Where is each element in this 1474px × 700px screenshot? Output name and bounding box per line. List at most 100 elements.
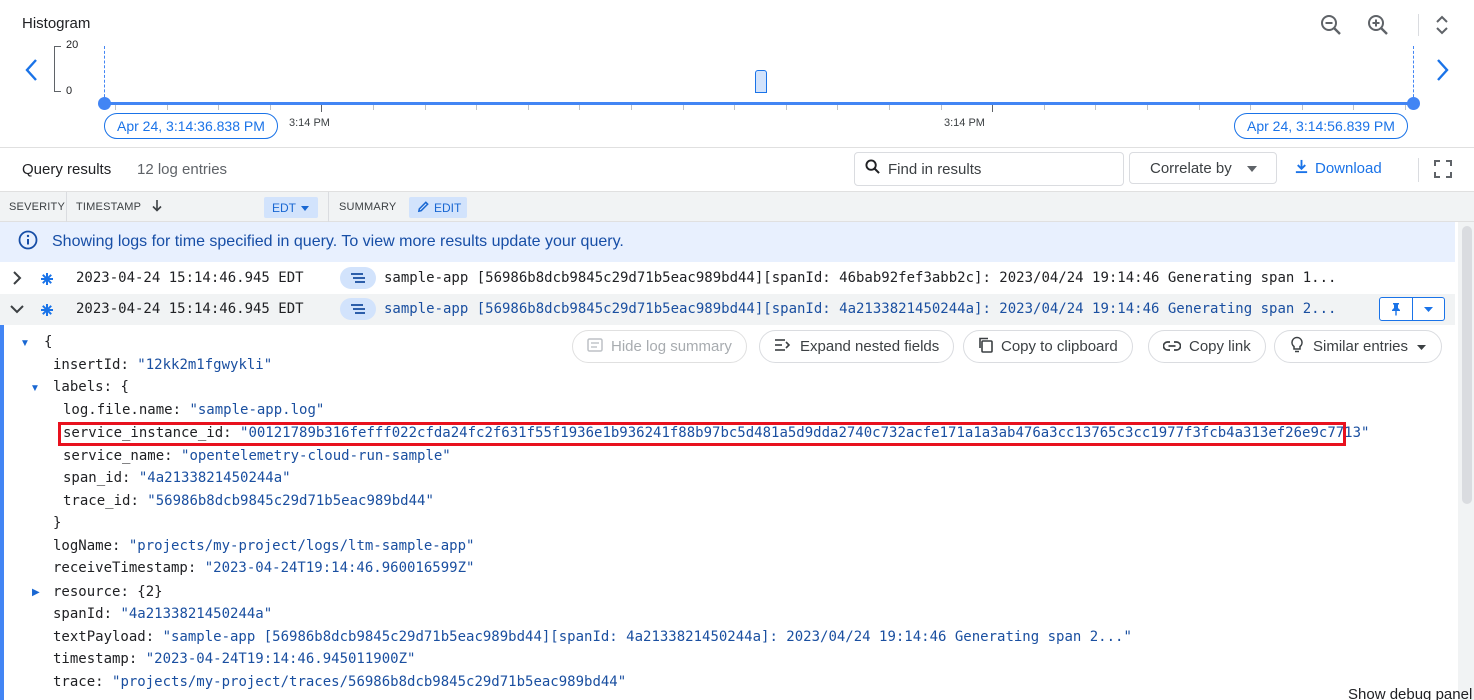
info-banner: Showing logs for time specified in query… bbox=[0, 222, 1455, 262]
toolbar-divider bbox=[1418, 14, 1419, 36]
log-entry-count: 12 log entries bbox=[137, 161, 228, 178]
collapse-triangle-icon[interactable]: ▼ bbox=[20, 338, 30, 349]
y-axis-max-label: 20 bbox=[66, 39, 79, 51]
arrow-down-icon bbox=[151, 199, 163, 215]
json-field-timestamp: timestamp: "2023-04-24T19:14:46.94501190… bbox=[53, 651, 416, 667]
caret-down-icon[interactable] bbox=[1412, 298, 1444, 320]
row-timestamp: 2023-04-24 15:14:46.945 EDT bbox=[76, 270, 304, 286]
pin-icon[interactable] bbox=[1380, 298, 1412, 320]
timeline-tick bbox=[786, 105, 787, 110]
timeline-tick bbox=[1044, 105, 1045, 110]
edit-summary-chip[interactable]: EDIT bbox=[409, 197, 467, 218]
timeline-axis bbox=[104, 102, 1414, 105]
timeline-tick bbox=[1353, 105, 1354, 110]
timeline-tick bbox=[218, 105, 219, 110]
scrollbar-thumb[interactable] bbox=[1462, 226, 1472, 504]
timeline-tick bbox=[270, 105, 271, 110]
tick-label: 3:14 PM bbox=[289, 117, 330, 129]
chevron-right-icon[interactable] bbox=[1432, 57, 1452, 88]
show-debug-panel-link[interactable]: Show debug panel bbox=[1348, 686, 1472, 700]
chevron-down-icon[interactable] bbox=[8, 300, 26, 321]
json-field-logName: logName: "projects/my-project/logs/ltm-s… bbox=[53, 538, 475, 554]
end-time-chip[interactable]: Apr 24, 3:14:56.839 PM bbox=[1234, 113, 1408, 139]
caret-down-icon bbox=[300, 201, 310, 215]
results-toolbar: Query results 12 log entries Correlate b… bbox=[0, 148, 1474, 192]
json-labels-close-brace: } bbox=[53, 515, 62, 531]
toolbar-divider bbox=[1418, 158, 1419, 182]
summary-icon bbox=[587, 337, 603, 356]
find-in-results[interactable] bbox=[854, 152, 1124, 186]
find-input[interactable] bbox=[888, 160, 1108, 178]
caret-down-icon bbox=[1416, 338, 1427, 355]
histogram-panel: Histogram 20 0 3:14 PM 3:14 PM Apr 24, 3… bbox=[0, 0, 1474, 148]
histogram-title: Histogram bbox=[22, 15, 91, 32]
expand-nested-label: Expand nested fields bbox=[800, 338, 940, 355]
similar-entries-button[interactable]: Similar entries bbox=[1274, 330, 1443, 363]
lightbulb-icon bbox=[1289, 336, 1305, 357]
start-time-chip[interactable]: Apr 24, 3:14:36.838 PM bbox=[104, 113, 278, 139]
json-field-insertId: insertId: "12kk2m1fgwykli" bbox=[53, 357, 273, 373]
json-field-receiveTimestamp: receiveTimestamp: "2023-04-24T19:14:46.9… bbox=[53, 560, 475, 576]
expand-nested-fields-button[interactable]: Expand nested fields bbox=[759, 330, 955, 363]
pencil-icon bbox=[417, 200, 430, 216]
timezone-chip[interactable]: EDT bbox=[264, 197, 318, 218]
collapse-triangle-icon[interactable]: ▼ bbox=[30, 383, 40, 394]
link-icon bbox=[1162, 338, 1182, 355]
summary-lines-icon bbox=[340, 298, 376, 320]
query-results-title: Query results bbox=[22, 161, 112, 178]
collapse-expand-icon[interactable] bbox=[1432, 12, 1452, 38]
timeline-tick bbox=[683, 105, 684, 110]
caret-down-icon bbox=[1246, 160, 1258, 177]
timeline-tick bbox=[167, 105, 168, 110]
severity-default-icon bbox=[38, 270, 55, 287]
timeline-tick bbox=[1405, 105, 1406, 110]
timeline-tick bbox=[1199, 105, 1200, 110]
expand-lines-icon bbox=[774, 338, 792, 356]
copy-to-clipboard-button[interactable]: Copy to clipboard bbox=[963, 330, 1133, 363]
download-button[interactable]: Download bbox=[1294, 159, 1382, 178]
json-open-brace: { bbox=[44, 334, 53, 350]
timeline-tick bbox=[1250, 105, 1251, 110]
timeline-tick bbox=[373, 105, 374, 110]
range-start-handle[interactable] bbox=[98, 97, 111, 110]
tick-label: 3:14 PM bbox=[944, 117, 985, 129]
correlate-by-dropdown[interactable]: Correlate by bbox=[1129, 152, 1277, 184]
range-start-line bbox=[104, 46, 105, 102]
hide-log-summary-button[interactable]: Hide log summary bbox=[572, 330, 747, 363]
copy-clipboard-label: Copy to clipboard bbox=[1001, 338, 1118, 355]
timeline-tick bbox=[476, 105, 477, 110]
column-header: SEVERITY TIMESTAMP EDT SUMMARY EDIT bbox=[0, 192, 1474, 222]
row-summary: sample-app [56986b8dcb9845c29d71b5eac989… bbox=[384, 301, 1337, 317]
timeline-tick bbox=[992, 105, 993, 112]
json-field-span-id: span_id: "4a2133821450244a" bbox=[63, 470, 291, 486]
chevron-right-icon[interactable] bbox=[8, 269, 26, 290]
log-row-expanded[interactable]: 2023-04-24 15:14:46.945 EDT sample-app [… bbox=[0, 294, 1455, 325]
fullscreen-icon[interactable] bbox=[1432, 158, 1454, 180]
range-end-handle[interactable] bbox=[1407, 97, 1420, 110]
timeline-tick bbox=[1302, 105, 1303, 110]
timeline-tick bbox=[631, 105, 632, 110]
row-actions bbox=[1379, 297, 1445, 321]
json-field-log-file-name: log.file.name: "sample-app.log" bbox=[63, 402, 325, 418]
timeline-tick bbox=[321, 105, 322, 112]
copy-link-label: Copy link bbox=[1189, 338, 1251, 355]
copy-icon bbox=[978, 337, 993, 357]
json-field-trace-id: trace_id: "56986b8dcb9845c29d71b5eac989b… bbox=[63, 493, 434, 509]
json-field-spanId: spanId: "4a2133821450244a" bbox=[53, 606, 273, 622]
chevron-left-icon[interactable] bbox=[22, 57, 42, 88]
expand-triangle-icon[interactable]: ▶ bbox=[32, 587, 40, 598]
row-timestamp: 2023-04-24 15:14:46.945 EDT bbox=[76, 301, 304, 317]
severity-column-header[interactable]: SEVERITY bbox=[9, 192, 65, 222]
column-divider bbox=[328, 192, 329, 222]
zoom-out-icon[interactable] bbox=[1318, 12, 1344, 38]
histogram-bar[interactable] bbox=[755, 70, 767, 93]
timeline-tick bbox=[579, 105, 580, 110]
zoom-in-icon[interactable] bbox=[1365, 12, 1391, 38]
timestamp-column-header[interactable]: TIMESTAMP bbox=[76, 192, 163, 222]
log-row[interactable]: 2023-04-24 15:14:46.945 EDT sample-app [… bbox=[0, 263, 1455, 294]
timeline-tick bbox=[425, 105, 426, 110]
timeline-tick bbox=[941, 105, 942, 110]
timestamp-header-label: TIMESTAMP bbox=[76, 201, 142, 213]
timeline-tick bbox=[837, 105, 838, 110]
copy-link-button[interactable]: Copy link bbox=[1148, 330, 1266, 363]
